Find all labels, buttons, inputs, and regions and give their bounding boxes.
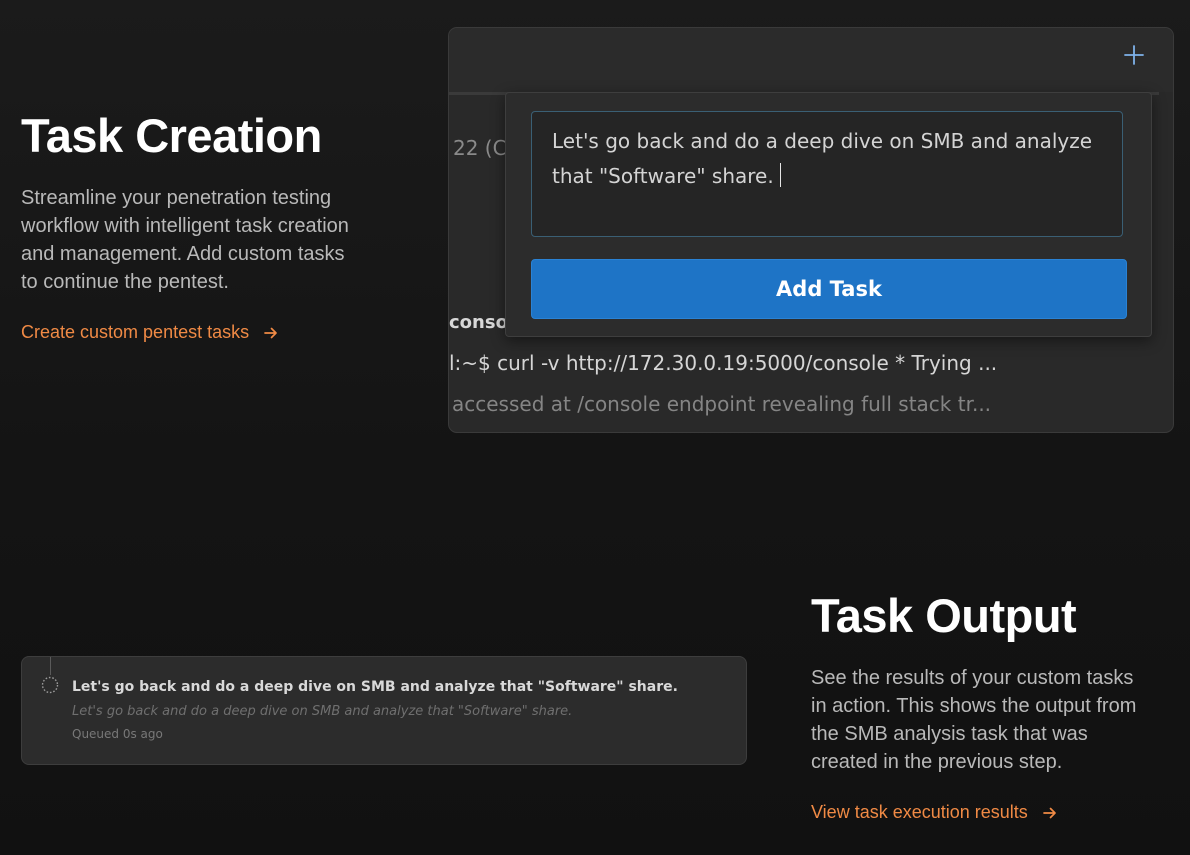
queued-task-card[interactable]: Let's go back and do a deep dive on SMB … <box>21 656 747 765</box>
background-log-command: l:~$ curl -v http://172.30.0.19:5000/con… <box>449 351 998 375</box>
window-header <box>449 28 1173 92</box>
link-label: View task execution results <box>811 802 1028 822</box>
description-line: the SMB analysis task that was <box>811 723 1088 745</box>
description-line: Streamline your penetration testing <box>21 187 332 209</box>
timeline-connector <box>50 657 51 675</box>
background-log-number: 22 (C <box>453 136 507 160</box>
background-log-label: conso <box>449 312 508 333</box>
description-line: workflow with intelligent task creation <box>21 215 349 237</box>
add-task-popover: Let's go back and do a deep dive on SMB … <box>505 92 1152 337</box>
background-log-finding: accessed at /console endpoint revealing … <box>452 392 992 416</box>
queued-task-description: Let's go back and do a deep dive on SMB … <box>72 704 573 719</box>
queued-task-title: Let's go back and do a deep dive on SMB … <box>72 679 678 695</box>
task-creation-description: Streamline your penetration testing work… <box>21 184 349 296</box>
description-line: and management. Add custom tasks <box>21 243 345 265</box>
description-line: created in the previous step. <box>811 751 1063 773</box>
link-label: Create custom pentest tasks <box>21 322 250 342</box>
arrow-right-icon <box>1042 807 1056 818</box>
description-line: in action. This shows the output from <box>811 695 1137 717</box>
arrow-right-icon <box>264 327 277 338</box>
task-input-text: Let's go back and do a deep dive on SMB … <box>552 129 1093 188</box>
description-line: See the results of your custom tasks <box>811 667 1134 689</box>
create-custom-tasks-link[interactable]: Create custom pentest tasks <box>21 322 279 343</box>
queued-task-status: Queued 0s ago <box>72 727 163 741</box>
task-creation-heading: Task Creation <box>21 109 322 162</box>
task-output-heading: Task Output <box>811 589 1077 642</box>
description-line: to continue the pentest. <box>21 271 229 293</box>
text-caret <box>779 163 781 187</box>
view-task-results-link[interactable]: View task execution results <box>811 802 1058 823</box>
add-task-button[interactable]: Add Task <box>531 259 1127 319</box>
task-output-description: See the results of your custom tasks in … <box>811 664 1136 776</box>
pending-spinner-icon <box>41 676 59 694</box>
plus-icon[interactable] <box>1121 42 1147 68</box>
task-input[interactable]: Let's go back and do a deep dive on SMB … <box>531 111 1123 237</box>
